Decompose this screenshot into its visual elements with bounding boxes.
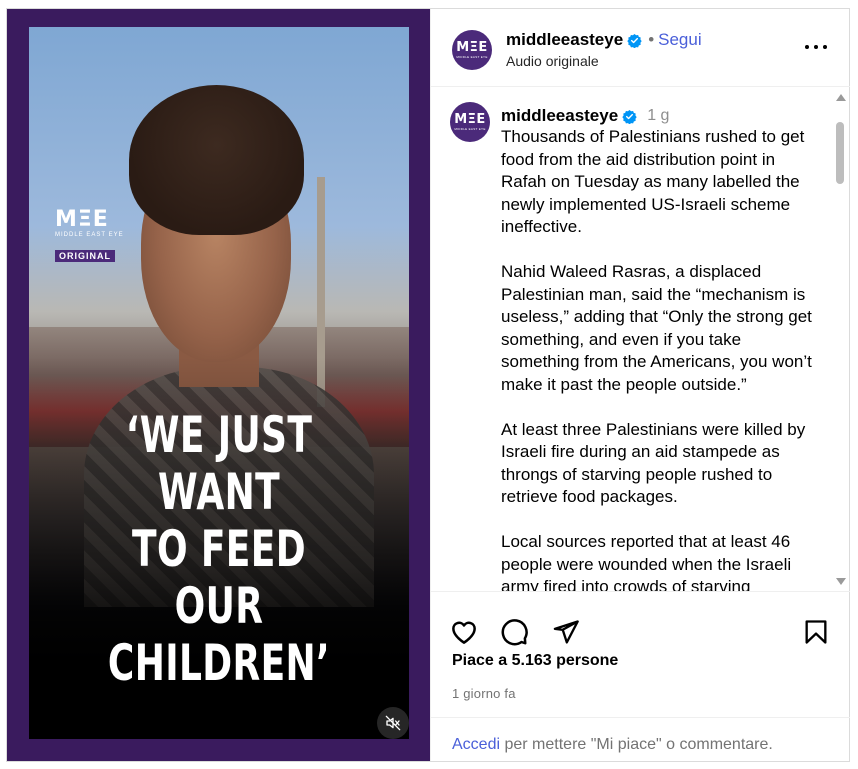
original-badge: ORIGINAL bbox=[55, 250, 115, 262]
separator-dot: • bbox=[648, 30, 655, 49]
comment-icon bbox=[501, 619, 528, 646]
heart-icon bbox=[452, 621, 476, 644]
post-sidebar: MΞE MIDDLE EAST EYE middleeasteye • Segu… bbox=[430, 9, 850, 761]
login-prompt-text: per mettere "Mi piace" o commentare. bbox=[500, 736, 773, 753]
comment-button[interactable] bbox=[498, 616, 530, 648]
headline-line: ‘WE JUST WANT bbox=[125, 406, 313, 521]
like-button[interactable] bbox=[448, 616, 480, 648]
verified-badge-icon bbox=[627, 33, 642, 48]
caption-user-row: middleeasteye 1 g bbox=[501, 106, 821, 126]
caption-paragraph: Nahid Waleed Rasras, a displaced Palesti… bbox=[501, 262, 812, 394]
media-panel: MΞE MIDDLE EAST EYE ORIGINAL ‘WE JUST WA… bbox=[7, 9, 430, 761]
username-link[interactable]: middleeasteye bbox=[501, 106, 618, 126]
video-headline: ‘WE JUST WANT TO FEED OUR CHILDREN’ bbox=[82, 407, 356, 692]
post-actions: Piace a 5.163 persone 1 giorno fa Accedi… bbox=[431, 591, 850, 761]
post-date[interactable]: 1 giorno fa bbox=[452, 686, 516, 701]
scrollbar-thumb[interactable] bbox=[836, 122, 844, 184]
caption-paragraph: Thousands of Palestinians rushed to get … bbox=[501, 127, 805, 236]
scroll-down-arrow-icon[interactable] bbox=[836, 578, 846, 585]
speaker-muted-icon bbox=[385, 715, 401, 731]
post-header: MΞE MIDDLE EAST EYE middleeasteye • Segu… bbox=[431, 9, 850, 87]
headline-line: OUR CHILDREN’ bbox=[107, 577, 331, 692]
post-time[interactable]: 1 g bbox=[647, 107, 669, 125]
comments-area[interactable]: MΞE MIDDLE EAST EYE middleeasteye 1 g Th… bbox=[431, 88, 850, 591]
login-prompt: Accedi per mettere "Mi piace" o commenta… bbox=[431, 717, 850, 762]
verified-badge-icon bbox=[622, 109, 637, 124]
username-link[interactable]: middleeasteye bbox=[506, 30, 623, 50]
likes-count[interactable]: Piace a 5.163 persone bbox=[452, 652, 618, 670]
avatar[interactable]: MΞE MIDDLE EAST EYE bbox=[452, 30, 492, 70]
caption-text: Thousands of Palestinians rushed to get … bbox=[501, 126, 821, 591]
mute-button[interactable] bbox=[377, 707, 409, 739]
audio-link[interactable]: Audio originale bbox=[506, 53, 599, 69]
caption: middleeasteye 1 g Thousands of Palestini… bbox=[501, 106, 821, 591]
comments-scrollbar[interactable] bbox=[833, 94, 847, 589]
headline-line: TO FEED bbox=[132, 520, 306, 578]
bookmark-icon bbox=[805, 620, 827, 644]
caption-paragraph: At least three Palestinians were killed … bbox=[501, 419, 806, 507]
login-link[interactable]: Accedi bbox=[452, 736, 500, 753]
person-hair bbox=[129, 85, 304, 235]
mee-watermark-logo: MΞE MIDDLE EAST EYE bbox=[55, 207, 124, 239]
reel-video[interactable]: MΞE MIDDLE EAST EYE ORIGINAL ‘WE JUST WA… bbox=[29, 27, 409, 739]
follow-button[interactable]: Segui bbox=[658, 30, 701, 50]
share-icon bbox=[553, 620, 579, 644]
share-button[interactable] bbox=[550, 616, 582, 648]
scroll-up-arrow-icon[interactable] bbox=[836, 94, 846, 101]
avatar[interactable]: MΞE MIDDLE EAST EYE bbox=[450, 102, 490, 142]
more-options-icon[interactable] bbox=[801, 35, 831, 59]
caption-paragraph: Local sources reported that at least 46 … bbox=[501, 532, 792, 591]
save-button[interactable] bbox=[800, 616, 832, 648]
post-dialog: MΞE MIDDLE EAST EYE ORIGINAL ‘WE JUST WA… bbox=[6, 8, 850, 762]
header-user-row: middleeasteye • Segui bbox=[506, 30, 702, 50]
